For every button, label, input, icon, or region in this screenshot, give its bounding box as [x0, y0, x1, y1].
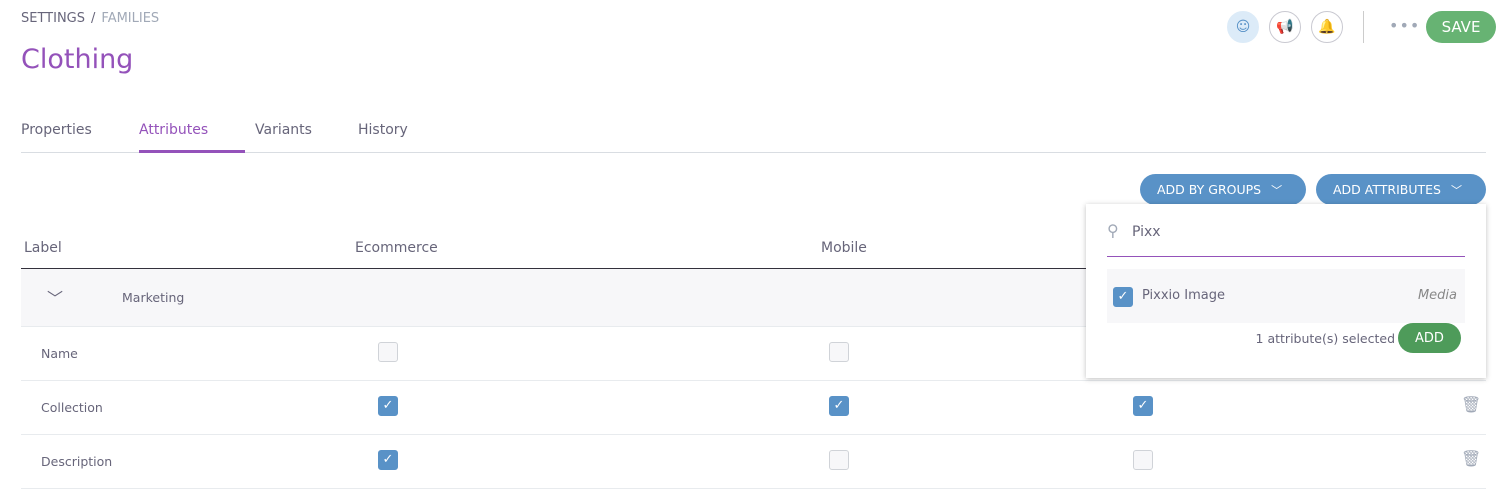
divider [1363, 11, 1364, 43]
add-attributes-dropdown: ⚲ Pixx ✓ Pixxio Image Media 1 attribute(… [1086, 204, 1486, 378]
search-icon: ⚲ [1107, 221, 1119, 240]
add-button[interactable]: ADD [1398, 323, 1461, 353]
tab-properties[interactable]: Properties [21, 122, 92, 153]
add-by-groups-label: ADD BY GROUPS [1157, 182, 1262, 197]
row-label: Description [41, 454, 113, 469]
group-label: Marketing [122, 290, 185, 305]
bell-icon[interactable]: 🔔 [1311, 11, 1343, 43]
checkbox-mobile[interactable]: ✓ [829, 396, 849, 416]
table-row: Collection ✓ ✓ ✓ 🗑 [21, 381, 1486, 435]
chevron-down-icon[interactable]: ﹀ [47, 285, 63, 309]
column-header-label: Label [24, 240, 62, 256]
column-header-mobile: Mobile [821, 240, 867, 256]
breadcrumb: SETTINGS / FAMILIES [21, 11, 159, 26]
chevron-down-icon: ﹀ [1271, 183, 1283, 197]
trash-icon[interactable]: 🗑 [1461, 449, 1481, 468]
checkbox-channel-3[interactable] [1133, 450, 1153, 470]
checkbox-mobile[interactable] [829, 342, 849, 362]
trash-icon[interactable]: 🗑 [1461, 395, 1481, 414]
megaphone-icon[interactable]: 📢 [1269, 11, 1301, 43]
column-header-ecommerce: Ecommerce [355, 240, 438, 256]
checkbox-ecommerce[interactable] [378, 342, 398, 362]
attribute-name: Pixxio Image [1142, 288, 1225, 303]
tab-bar: Properties Attributes Variants History [21, 122, 1486, 153]
checkbox-mobile[interactable] [829, 450, 849, 470]
search-value[interactable]: Pixx [1132, 224, 1161, 240]
checkbox-channel-3[interactable]: ✓ [1133, 396, 1153, 416]
attribute-type: Media [1417, 288, 1457, 303]
add-attributes-label: ADD ATTRIBUTES [1333, 182, 1441, 197]
tab-attributes[interactable]: Attributes [139, 122, 245, 153]
search-input[interactable]: ⚲ Pixx [1107, 219, 1465, 257]
breadcrumb-families[interactable]: FAMILIES [101, 11, 159, 26]
more-options-button[interactable]: ••• [1389, 16, 1420, 35]
page-title: Clothing [21, 44, 134, 75]
row-label: Collection [41, 400, 103, 415]
attribute-checkbox[interactable]: ✓ [1113, 287, 1133, 307]
checkbox-ecommerce[interactable]: ✓ [378, 450, 398, 470]
add-attributes-button[interactable]: ADD ATTRIBUTES ﹀ [1316, 174, 1486, 205]
tab-variants[interactable]: Variants [255, 122, 312, 153]
selection-count: 1 attribute(s) selected [1255, 331, 1395, 346]
attribute-option[interactable]: ✓ Pixxio Image Media [1107, 269, 1465, 323]
checkbox-ecommerce[interactable]: ✓ [378, 396, 398, 416]
breadcrumb-separator: / [91, 11, 96, 26]
table-row: Description ✓ 🗑 [21, 435, 1486, 489]
tab-history[interactable]: History [358, 122, 408, 153]
add-by-groups-button[interactable]: ADD BY GROUPS ﹀ [1140, 174, 1306, 205]
row-label: Name [41, 346, 78, 361]
breadcrumb-settings[interactable]: SETTINGS [21, 11, 85, 26]
user-avatar-icon[interactable]: ☺ [1227, 11, 1259, 43]
save-button[interactable]: SAVE [1426, 11, 1496, 43]
chevron-down-icon: ﹀ [1450, 183, 1462, 197]
